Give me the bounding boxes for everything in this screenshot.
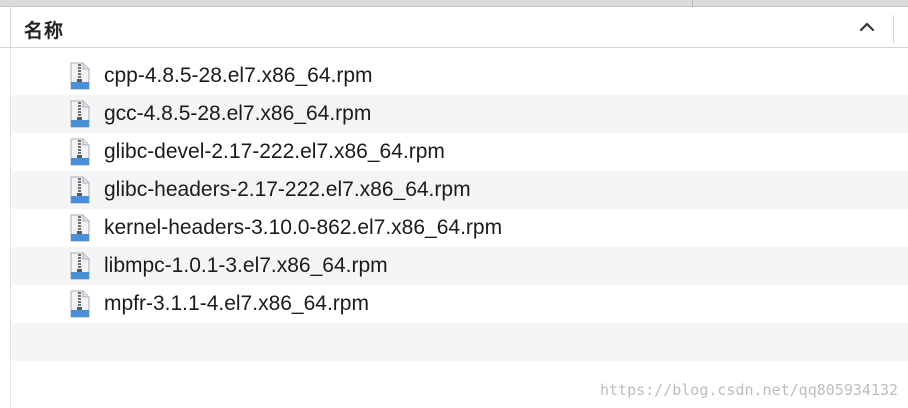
file-row[interactable]: glibc-headers-2.17-222.el7.x86_64.rpm (12, 171, 908, 209)
list-left-border (10, 49, 11, 408)
file-row[interactable]: cpp-4.8.5-28.el7.x86_64.rpm (12, 57, 908, 95)
sort-toggle-button[interactable] (852, 13, 882, 41)
archive-file-icon (70, 290, 90, 318)
archive-file-icon (70, 176, 90, 204)
file-name[interactable]: glibc-devel-2.17-222.el7.x86_64.rpm (104, 140, 445, 164)
archive-file-icon (70, 100, 90, 128)
empty-row (12, 323, 908, 361)
column-header-name[interactable]: 名称 (24, 16, 64, 43)
column-header[interactable]: 名称 (0, 7, 908, 48)
file-list: cpp-4.8.5-28.el7.x86_64.rpm gcc-4.8.5-28… (12, 57, 908, 408)
file-name[interactable]: glibc-headers-2.17-222.el7.x86_64.rpm (104, 178, 471, 202)
file-name[interactable]: kernel-headers-3.10.0-862.el7.x86_64.rpm (104, 216, 502, 240)
header-divider (893, 15, 894, 43)
file-name[interactable]: gcc-4.8.5-28.el7.x86_64.rpm (104, 102, 371, 126)
archive-file-icon (70, 214, 90, 242)
file-name[interactable]: libmpc-1.0.1-3.el7.x86_64.rpm (104, 254, 388, 278)
file-name[interactable]: mpfr-3.1.1-4.el7.x86_64.rpm (104, 292, 369, 316)
file-row[interactable]: libmpc-1.0.1-3.el7.x86_64.rpm (12, 247, 908, 285)
file-row[interactable]: glibc-devel-2.17-222.el7.x86_64.rpm (12, 133, 908, 171)
file-row[interactable]: mpfr-3.1.1-4.el7.x86_64.rpm (12, 285, 908, 323)
header-left-border (10, 7, 11, 48)
file-row[interactable]: kernel-headers-3.10.0-862.el7.x86_64.rpm (12, 209, 908, 247)
file-name[interactable]: cpp-4.8.5-28.el7.x86_64.rpm (104, 64, 373, 88)
archive-file-icon (70, 252, 90, 280)
watermark: https://blog.csdn.net/qq805934132 (599, 381, 898, 399)
file-row[interactable]: gcc-4.8.5-28.el7.x86_64.rpm (12, 95, 908, 133)
window-top-edge (0, 0, 908, 7)
archive-file-icon (70, 138, 90, 166)
chevron-up-icon (859, 22, 875, 32)
finder-window: 名称 cpp-4.8.5-28.el7.x86_64.rpm gcc-4.8.5… (0, 0, 908, 408)
column-separator (692, 0, 693, 6)
archive-file-icon (70, 62, 90, 90)
